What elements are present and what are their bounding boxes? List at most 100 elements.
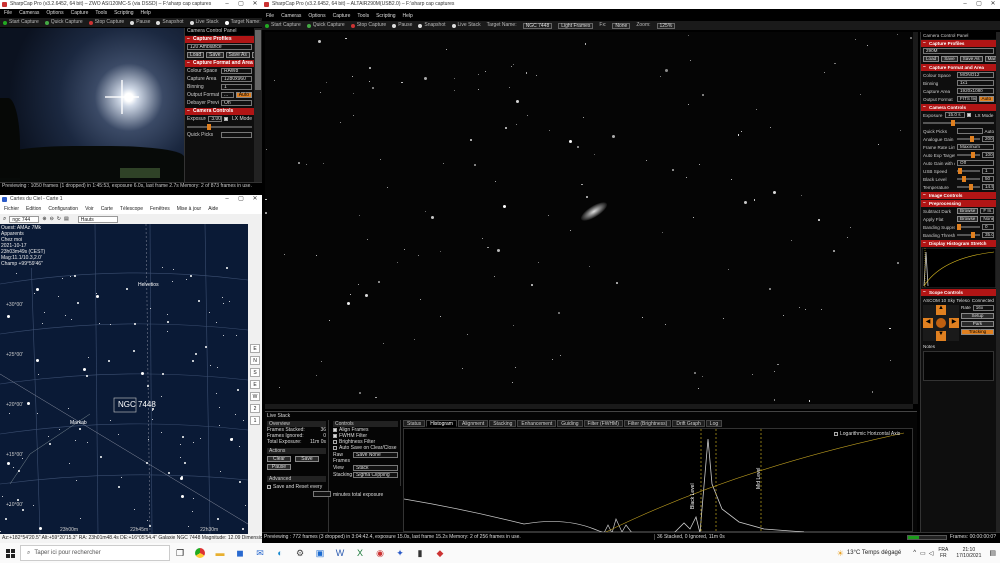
menu-item[interactable]: Cameras <box>19 9 39 17</box>
chart-star[interactable] <box>8 413 10 414</box>
menu-item[interactable]: Configuration <box>48 205 78 213</box>
chart-star[interactable] <box>192 441 194 443</box>
banding-suppression-field[interactable]: 0 <box>982 224 994 230</box>
window-titlebar[interactable]: SharpCap Pro (v3.2.6452, 64 bit) – ALTAI… <box>262 0 1000 9</box>
toolbar-item[interactable]: Live Stack <box>189 18 219 27</box>
photos-icon[interactable]: ▣ <box>313 546 327 560</box>
slider-handle[interactable] <box>957 224 961 230</box>
slider-handle[interactable] <box>969 136 974 142</box>
chart-star[interactable] <box>48 435 49 437</box>
chart-star[interactable] <box>172 269 174 271</box>
profile-load-button[interactable]: Load <box>923 56 940 62</box>
chart-star[interactable] <box>1 495 3 497</box>
toolbar-item[interactable]: Start Capture <box>265 21 301 30</box>
taskbar-search-box[interactable]: ⌕ Taper ici pour rechercher <box>20 545 170 561</box>
apply-flat-browse-button[interactable]: Browse <box>957 216 979 222</box>
tab-enhancement[interactable]: Enhancement <box>517 420 557 427</box>
chart-star[interactable] <box>36 358 40 362</box>
advanced-header[interactable]: Advanced <box>267 476 326 482</box>
section-scope-controls[interactable]: Scope Controls <box>921 289 996 296</box>
menu-item[interactable]: Aide <box>208 205 218 213</box>
weather-text[interactable]: 13°C Temps dégagé <box>847 550 901 556</box>
gain-field[interactable]: 200 <box>982 136 994 142</box>
panel-scrollbar[interactable] <box>996 32 1000 532</box>
chart-star[interactable] <box>38 373 40 375</box>
chart-star[interactable] <box>65 315 66 316</box>
quick-picks-select[interactable] <box>221 132 252 138</box>
menu-item[interactable]: File <box>4 9 12 17</box>
save-button[interactable]: Save <box>295 456 319 462</box>
chart-star[interactable] <box>238 446 240 447</box>
menu-item[interactable]: Options <box>308 12 325 20</box>
menu-item[interactable]: Carte <box>101 205 113 213</box>
save-reset-checkbox[interactable] <box>267 484 271 489</box>
profile-save-as-button[interactable]: Save As <box>225 52 250 58</box>
network-icon[interactable]: ▭ <box>920 550 926 557</box>
chart-star[interactable] <box>15 273 17 274</box>
word-icon[interactable]: W <box>333 546 347 560</box>
chart-star[interactable] <box>216 366 218 368</box>
chart-side-button[interactable]: 1 <box>250 416 260 425</box>
chart-star[interactable] <box>219 424 221 426</box>
profile-select[interactable]: 120 Ambiance <box>187 44 252 50</box>
toolbar-item[interactable]: Snapshot <box>156 18 184 27</box>
object-search-input[interactable]: ngc 744 <box>9 215 40 223</box>
chart-star[interactable] <box>95 294 99 298</box>
chart-star[interactable] <box>17 498 20 501</box>
lx-mode-checkbox[interactable] <box>967 113 971 117</box>
tab-filter-brightness-[interactable]: Filter (Brightness) <box>623 420 672 427</box>
allsky-preview-image[interactable] <box>0 28 184 182</box>
live-image-view[interactable] <box>265 32 913 404</box>
zoom-out-icon[interactable]: ⊖ <box>50 216 54 222</box>
toolbar-item[interactable]: Stop Capture <box>88 18 124 27</box>
chart-side-button[interactable]: E <box>250 344 260 353</box>
toolbar-item[interactable]: Target Name: <box>224 18 261 27</box>
panel-scrollbar[interactable] <box>254 28 262 182</box>
chart-star[interactable] <box>145 462 148 465</box>
rate-select[interactable]: 16x <box>972 305 994 311</box>
chart-star[interactable] <box>49 442 52 445</box>
chart-star[interactable] <box>147 438 149 440</box>
image-vertical-scrollbar[interactable] <box>913 32 918 404</box>
profile-load-button[interactable]: Load <box>187 52 205 58</box>
save-reset-minutes-field[interactable] <box>313 491 331 497</box>
auto-button[interactable]: Auto <box>978 96 994 102</box>
chart-star[interactable] <box>6 314 10 318</box>
notes-textarea[interactable] <box>923 351 994 381</box>
menu-item[interactable]: Voir <box>85 205 94 213</box>
chart-star[interactable] <box>216 517 219 520</box>
chart-star[interactable] <box>218 407 220 409</box>
arrow-down-icon[interactable]: ▼ <box>936 331 946 341</box>
tab-alignment[interactable]: Alignment <box>457 420 489 427</box>
section-capture-profiles[interactable]: Capture Profiles <box>921 40 996 47</box>
store-icon[interactable]: ◼ <box>233 546 247 560</box>
tab-stacking[interactable]: Stacking <box>489 420 517 427</box>
close-icon[interactable]: ✕ <box>248 0 262 9</box>
tab-log[interactable]: Log <box>705 420 723 427</box>
clock[interactable]: 21:10 17/10/2021 <box>956 547 981 559</box>
subtract-dark-browse-button[interactable]: Browse <box>957 208 979 214</box>
chart-side-button[interactable]: S <box>250 368 260 377</box>
window-titlebar[interactable]: SharpCap Pro (v3.2.6452, 64 bit) – ZWO A… <box>0 0 262 9</box>
auto-exp-slider[interactable] <box>957 152 980 158</box>
chart-star[interactable] <box>79 517 81 519</box>
target-label[interactable]: NGC 7448 <box>118 400 156 409</box>
section-preprocessing[interactable]: Preprocessing <box>921 200 996 207</box>
window-titlebar[interactable]: Cartes du Ciel - Carte 1 – ▢ ✕ <box>0 195 262 204</box>
menu-item[interactable]: Télescope <box>120 205 143 213</box>
chart-star[interactable] <box>180 443 181 445</box>
banding-suppression-slider[interactable] <box>957 224 980 230</box>
menu-item[interactable]: Capture <box>333 12 351 20</box>
slider-handle[interactable] <box>951 120 956 126</box>
chart-side-button[interactable]: 2 <box>250 404 260 413</box>
menu-item[interactable]: File <box>266 12 274 20</box>
banding-threshold-slider[interactable] <box>957 232 980 238</box>
chart-side-button[interactable]: W <box>250 392 260 401</box>
chart-side-button[interactable]: E <box>250 380 260 389</box>
profile-select[interactable]: 290M <box>923 48 994 54</box>
chart-star[interactable] <box>133 322 136 325</box>
chart-star[interactable] <box>58 428 60 430</box>
slider-handle[interactable] <box>958 168 963 174</box>
banding-threshold-field[interactable]: 35.0 <box>982 232 994 238</box>
clear-button[interactable]: Clear <box>267 456 291 462</box>
